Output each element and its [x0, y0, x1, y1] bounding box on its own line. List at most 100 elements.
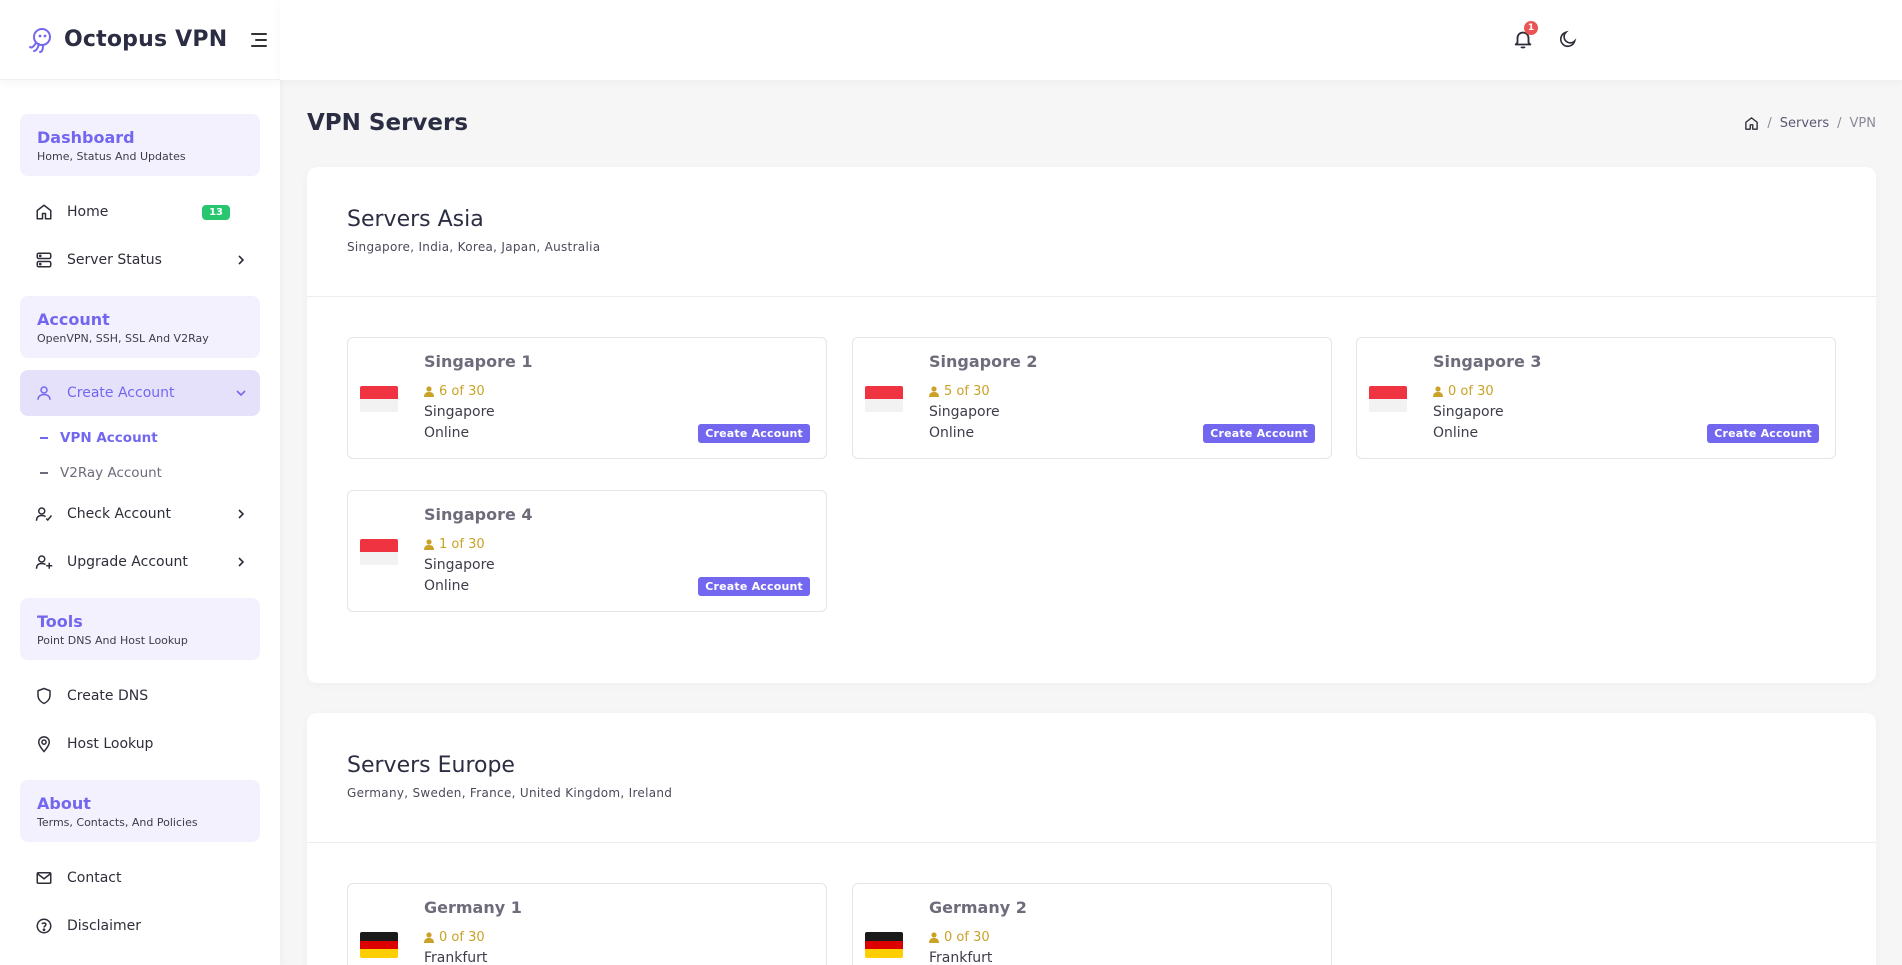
sidebar-item-label: Check Account: [67, 506, 172, 522]
sidebar-subitem-label: V2Ray Account: [60, 464, 162, 481]
chevron-right-icon: [238, 509, 245, 519]
server-card: Singapore 2 5 of 30 Singapore Online Cre…: [852, 337, 1332, 459]
breadcrumb: / Servers / VPN: [1744, 116, 1876, 131]
section-title: Tools: [37, 612, 83, 631]
notification-badge: 1: [1524, 21, 1538, 35]
server-name: Germany 1: [424, 898, 522, 917]
server-card: Germany 2 0 of 30 Frankfurt: [852, 883, 1332, 965]
server-status: Online: [424, 578, 470, 594]
sidebar-subitem-v2ray-account[interactable]: V2Ray Account: [20, 455, 260, 490]
servers-asia-card: Servers Asia Singapore, India, Korea, Ja…: [307, 167, 1876, 683]
user-icon: [929, 386, 939, 397]
sidebar-item-disclaimer[interactable]: Disclaimer: [20, 902, 260, 950]
shield-icon: [34, 686, 54, 706]
sidebar-section-about: About Terms, Contacts, And Policies: [20, 780, 260, 842]
sidebar-item-label: Upgrade Account: [67, 554, 188, 570]
user-plus-icon: [34, 552, 54, 572]
server-users-count: 6 of 30: [439, 384, 485, 399]
server-users: 0 of 30: [929, 930, 990, 945]
section-subtitle: OpenVPN, SSH, SSL And V2Ray: [37, 332, 209, 345]
create-account-button[interactable]: Create Account: [1707, 424, 1819, 443]
singapore-flag-icon: [1369, 386, 1407, 412]
section-title: Account: [37, 310, 110, 329]
sidebar-subitem-vpn-account[interactable]: VPN Account: [20, 420, 260, 455]
server-name: Singapore 3: [1433, 352, 1542, 371]
card-subtitle: Germany, Sweden, France, United Kingdom,…: [347, 786, 673, 800]
brand: Octopus VPN: [0, 0, 280, 80]
sidebar: Octopus VPN Dashboard Home, Status And U…: [0, 0, 280, 965]
sidebar-item-label: Create Account: [67, 385, 175, 401]
section-subtitle: Terms, Contacts, And Policies: [37, 816, 198, 829]
home-icon[interactable]: [1744, 116, 1759, 131]
user-icon: [34, 383, 54, 403]
germany-flag-icon: [865, 932, 903, 958]
octopus-icon: [29, 27, 51, 53]
server-users: 6 of 30: [424, 384, 485, 399]
sidebar-section-account: Account OpenVPN, SSH, SSL And V2Ray: [20, 296, 260, 358]
server-location: Frankfurt: [424, 950, 488, 965]
sidebar-subitem-label: VPN Account: [60, 429, 158, 446]
chevron-right-icon: [238, 557, 245, 567]
server-users: 5 of 30: [929, 384, 990, 399]
singapore-flag-icon: [865, 386, 903, 412]
menu-icon[interactable]: [249, 32, 268, 47]
page-title: VPN Servers: [307, 110, 469, 136]
section-title: Dashboard: [37, 128, 135, 147]
server-location: Singapore: [929, 404, 1000, 420]
server-location: Singapore: [424, 404, 495, 420]
sidebar-item-label: Host Lookup: [67, 736, 154, 752]
sidebar-item-label: Server Status: [67, 252, 162, 268]
server-status: Online: [1433, 425, 1479, 441]
sidebar-item-label: Home: [67, 204, 109, 220]
chevron-down-icon: [236, 390, 246, 397]
server-name: Germany 2: [929, 898, 1027, 917]
brand-name: Octopus VPN: [64, 27, 228, 52]
singapore-flag-icon: [360, 386, 398, 412]
chevron-right-icon: [238, 255, 245, 265]
map-pin-icon: [34, 734, 54, 754]
sidebar-section-dashboard: Dashboard Home, Status And Updates: [20, 114, 260, 176]
user-check-icon: [34, 504, 54, 524]
user-icon: [424, 932, 434, 943]
breadcrumb-current: VPN: [1849, 116, 1876, 131]
moon-icon[interactable]: [1558, 29, 1578, 49]
singapore-flag-icon: [360, 539, 398, 565]
sidebar-item-label: Create DNS: [67, 688, 149, 704]
create-account-button[interactable]: Create Account: [1203, 424, 1315, 443]
card-title: Servers Asia: [347, 207, 484, 232]
server-status: Online: [424, 425, 470, 441]
sidebar-item-host-lookup[interactable]: Host Lookup: [20, 720, 260, 768]
help-circle-icon: [34, 916, 54, 936]
server-status: Online: [929, 425, 975, 441]
server-users-count: 0 of 30: [1448, 384, 1494, 399]
servers-europe-card: Servers Europe Germany, Sweden, France, …: [307, 713, 1876, 965]
topbar: [280, 0, 1902, 80]
server-users-count: 5 of 30: [944, 384, 990, 399]
sidebar-item-server-status[interactable]: Server Status: [20, 236, 260, 284]
server-card: Singapore 4 1 of 30 Singapore Online Cre…: [347, 490, 827, 612]
server-users: 0 of 30: [1433, 384, 1494, 399]
server-card: Singapore 1 6 of 30 Singapore Online Cre…: [347, 337, 827, 459]
server-location: Singapore: [424, 557, 495, 573]
server-name: Singapore 4: [424, 505, 533, 524]
breadcrumb-item[interactable]: Servers: [1780, 116, 1829, 131]
sidebar-item-create-dns[interactable]: Create DNS: [20, 672, 260, 720]
sidebar-item-create-account[interactable]: Create Account: [20, 370, 260, 416]
sidebar-item-label: Disclaimer: [67, 918, 142, 934]
create-account-button[interactable]: Create Account: [698, 577, 810, 596]
user-icon: [424, 386, 434, 397]
home-icon: [34, 202, 54, 222]
server-users: 1 of 30: [424, 537, 485, 552]
server-name: Singapore 2: [929, 352, 1038, 371]
user-icon: [929, 932, 939, 943]
server-location: Frankfurt: [929, 950, 993, 965]
sidebar-item-check-account[interactable]: Check Account: [20, 490, 260, 538]
sidebar-item-upgrade-account[interactable]: Upgrade Account: [20, 538, 260, 586]
card-subtitle: Singapore, India, Korea, Japan, Australi…: [347, 240, 601, 254]
create-account-button[interactable]: Create Account: [698, 424, 810, 443]
sidebar-item-contact[interactable]: Contact: [20, 854, 260, 902]
section-title: About: [37, 794, 91, 813]
sidebar-section-tools: Tools Point DNS And Host Lookup: [20, 598, 260, 660]
server-users-count: 0 of 30: [439, 930, 485, 945]
sidebar-item-home[interactable]: Home 13: [20, 188, 260, 236]
